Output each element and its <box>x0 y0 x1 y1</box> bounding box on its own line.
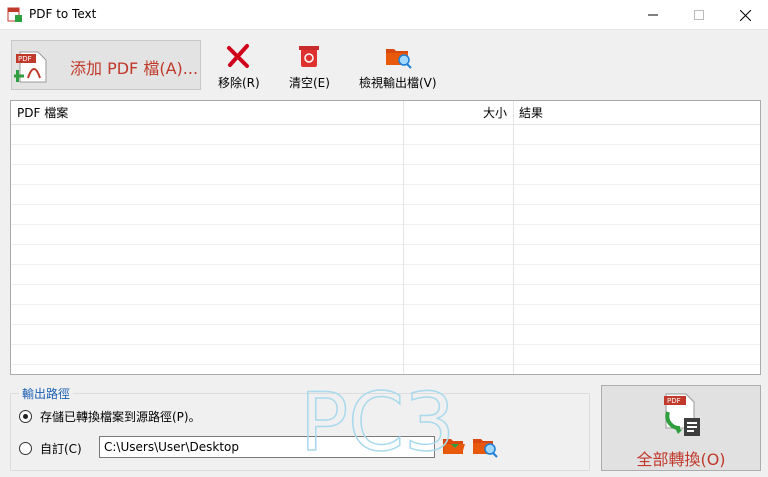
folder-search-icon <box>385 49 412 69</box>
close-icon <box>739 9 751 21</box>
output-path-title: 輸出路徑 <box>19 385 74 402</box>
clear-button[interactable]: 清空(E) <box>289 43 330 91</box>
view-output-label: 檢視輸出檔(V) <box>359 76 437 90</box>
add-pdf-button[interactable]: PDF 添加 PDF 檔(A)... <box>11 40 201 90</box>
add-pdf-label: 添加 PDF 檔(A)... <box>70 59 199 78</box>
pdf-file-list[interactable]: PDF 檔案 大小 結果 <box>10 100 761 375</box>
radio-source-indicator[interactable] <box>19 410 32 423</box>
trash-icon <box>299 46 320 67</box>
column-header-size[interactable]: 大小 <box>403 101 513 125</box>
radio-source-path[interactable]: 存儲已轉換檔案到源路徑(P)。 <box>19 408 201 425</box>
remove-icon <box>226 44 249 68</box>
column-header-result[interactable]: 結果 <box>513 101 760 125</box>
maximize-icon <box>694 10 704 20</box>
convert-all-label: 全部轉換(O) <box>636 450 726 469</box>
close-button[interactable] <box>722 0 768 30</box>
app-icon <box>7 7 22 22</box>
radio-custom-indicator[interactable] <box>19 442 32 455</box>
watermark-text: PC3 <box>300 376 455 469</box>
minimize-button[interactable] <box>630 0 676 30</box>
remove-label: 移除(R) <box>218 76 260 90</box>
title-bar: PDF to Text <box>0 0 768 30</box>
toolbar: PDF 添加 PDF 檔(A)... 移除(R) 清空(E) 檢視輸出檔(V) <box>0 31 768 97</box>
maximize-button[interactable] <box>676 0 722 30</box>
list-rows-area <box>11 125 760 374</box>
column-header-file[interactable]: PDF 檔案 <box>11 101 403 125</box>
add-pdf-icon: PDF <box>14 51 47 83</box>
view-output-button[interactable]: 檢視輸出檔(V) <box>359 43 437 91</box>
radio-source-label: 存儲已轉換檔案到源路徑(P)。 <box>40 410 201 424</box>
column-divider <box>403 101 404 374</box>
svg-text:PDF: PDF <box>18 55 32 63</box>
convert-all-button[interactable]: PDF 全部轉換(O) <box>601 385 761 471</box>
pc3-watermark: PC3 <box>300 375 456 470</box>
column-divider <box>513 101 514 374</box>
radio-custom-label: 自訂(C) <box>40 442 82 456</box>
window-title: PDF to Text <box>29 7 97 21</box>
svg-text:PDF: PDF <box>667 397 681 405</box>
minimize-icon <box>648 14 658 16</box>
list-header: PDF 檔案 大小 結果 <box>11 101 760 125</box>
remove-button[interactable]: 移除(R) <box>218 43 260 91</box>
radio-custom-path[interactable]: 自訂(C) <box>19 440 82 457</box>
clear-label: 清空(E) <box>289 76 330 90</box>
pdf-convert-icon: PDF <box>664 393 700 436</box>
